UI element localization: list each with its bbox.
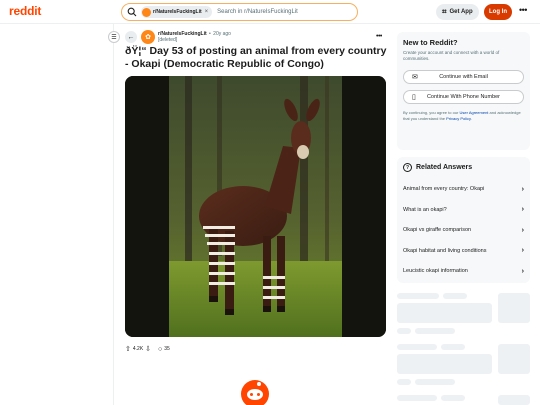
continue-email-button[interactable]: ✉ Continue with Email — [403, 70, 524, 84]
post-image[interactable] — [125, 76, 386, 337]
post-age: 20y ago — [213, 31, 231, 37]
top-header: reddit r/NatureIsFuckingLit × Search in … — [0, 0, 540, 24]
chevron-right-icon: › — [521, 206, 524, 214]
search-input[interactable]: Search in r/NatureIsFuckingLit — [217, 9, 298, 15]
qr-code-icon: ⌗ — [442, 7, 447, 16]
chevron-right-icon: › — [521, 247, 524, 255]
close-icon[interactable]: × — [205, 9, 209, 15]
signup-card: New to Reddit? Create your account and c… — [397, 32, 530, 150]
subreddit-icon — [142, 7, 151, 17]
chevron-right-icon: › — [521, 185, 524, 193]
subreddit-avatar[interactable]: ✿ — [141, 30, 155, 44]
subreddit-filter-label: r/NatureIsFuckingLit — [153, 9, 202, 15]
comment-count: 35 — [164, 346, 170, 352]
related-answer-item[interactable]: Animal from every country: Okapi › — [403, 179, 524, 200]
related-answer-item[interactable]: Okapi habitat and living conditions › — [403, 241, 524, 262]
downvote-icon[interactable]: ⇩ — [145, 345, 151, 353]
related-answer-item[interactable]: Leucistic okapi information › — [403, 261, 524, 282]
get-app-label: Get App — [449, 9, 473, 15]
more-options-icon[interactable]: ••• — [519, 5, 527, 15]
related-answers-header: ? Related Answers — [403, 163, 524, 172]
get-app-button[interactable]: ⌗ Get App — [436, 4, 479, 20]
arrow-left-icon[interactable]: ← — [125, 31, 137, 43]
vote-group: ⇧ 4.2K ⇩ — [125, 345, 153, 353]
post-actions: ⇧ 4.2K ⇩ ○ 35 — [125, 344, 175, 354]
phone-icon: ▯ — [412, 94, 416, 101]
meta-separator: • — [209, 31, 211, 37]
upvote-icon[interactable]: ⇧ — [125, 345, 131, 353]
search-bar[interactable]: r/NatureIsFuckingLit × Search in r/Natur… — [121, 3, 358, 21]
mail-icon: ✉ — [412, 74, 418, 81]
signup-subtitle: Create your account and connect with a w… — [403, 50, 500, 61]
continue-phone-button[interactable]: ▯ Continue With Phone Number — [403, 90, 524, 104]
subreddit-filter-chip[interactable]: r/NatureIsFuckingLit × — [141, 6, 213, 18]
left-nav-rail — [0, 24, 114, 405]
post-author: [deleted] — [158, 37, 178, 43]
reddit-logo[interactable]: reddit — [9, 4, 41, 18]
answers-icon: ? — [403, 163, 412, 172]
signup-title: New to Reddit? — [403, 38, 458, 47]
user-agreement-link[interactable]: User Agreement — [460, 110, 489, 115]
related-answer-item[interactable]: Okapi vs giraffe comparison › — [403, 220, 524, 241]
terms-notice: By continuing, you agree to our User Agr… — [403, 110, 521, 121]
post-title: ðŸ¦“ Day 53 of posting an animal from ev… — [125, 45, 387, 70]
related-answers-card: ? Related Answers Animal from every coun… — [397, 157, 530, 283]
privacy-policy-link[interactable]: Privacy Policy — [446, 116, 471, 121]
related-answer-item[interactable]: What is an okapi? › — [403, 200, 524, 221]
chevron-right-icon: › — [521, 267, 524, 275]
related-answers-title: Related Answers — [416, 164, 473, 171]
hamburger-icon[interactable]: ☰ — [108, 31, 120, 43]
chevron-right-icon: › — [521, 226, 524, 234]
search-icon — [127, 7, 137, 17]
comments-button[interactable]: ○ 35 — [158, 346, 170, 353]
post-overflow-icon[interactable]: ••• — [376, 33, 382, 40]
login-button[interactable]: Log In — [484, 4, 512, 20]
okapi-image — [125, 76, 386, 337]
vote-count: 4.2K — [132, 346, 144, 352]
snoo-mascot-icon — [241, 380, 269, 405]
comment-bubble-icon: ○ — [158, 345, 163, 353]
